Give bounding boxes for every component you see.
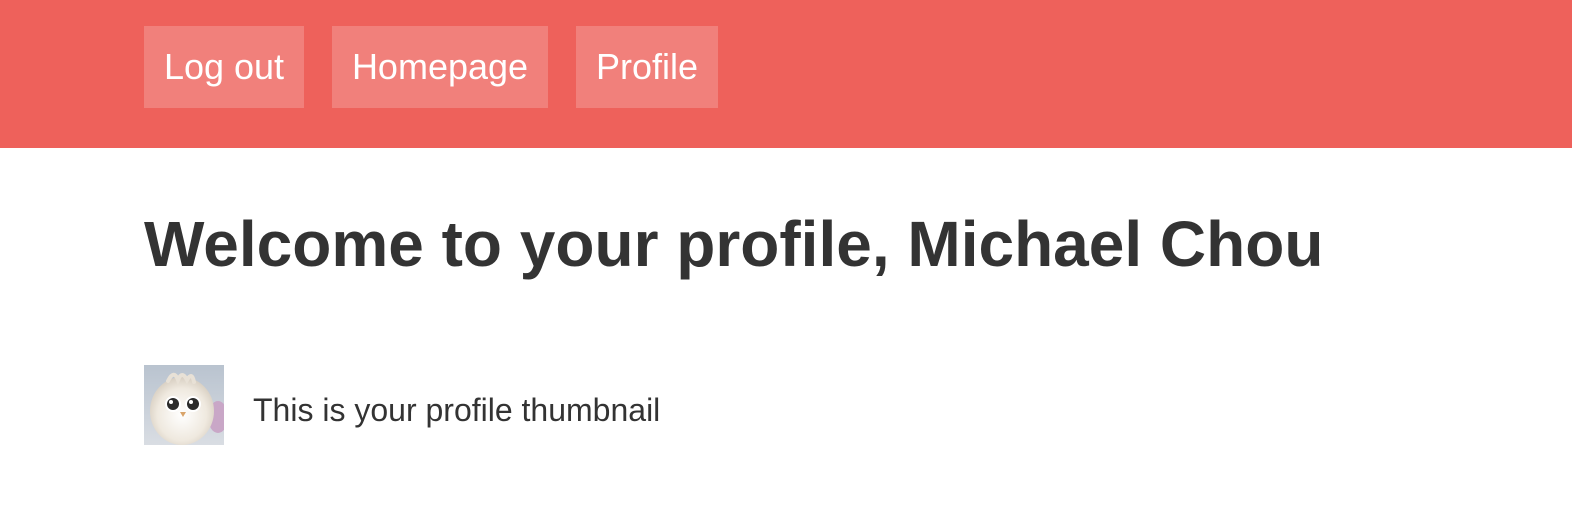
bird-avatar-icon	[144, 365, 224, 445]
profile-button[interactable]: Profile	[576, 26, 718, 108]
homepage-button[interactable]: Homepage	[332, 26, 548, 108]
top-navigation-bar: Log out Homepage Profile	[0, 0, 1572, 148]
page-title: Welcome to your profile, Michael Chou	[144, 208, 1324, 280]
logout-button[interactable]: Log out	[144, 26, 304, 108]
thumbnail-caption: This is your profile thumbnail	[253, 392, 661, 428]
profile-thumbnail-avatar	[144, 365, 224, 445]
